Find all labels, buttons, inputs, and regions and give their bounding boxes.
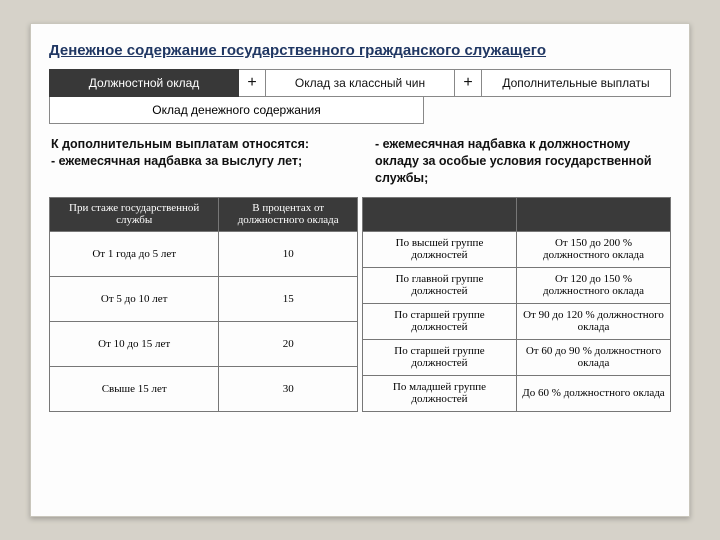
table-row: По высшей группе должностей От 150 до 20… xyxy=(363,231,671,267)
th-percent: В процентах от должностного оклада xyxy=(219,197,358,231)
cell: По младшей группе должностей xyxy=(363,375,517,411)
plus-icon: + xyxy=(455,69,481,97)
cell: От 120 до 150 % должностного оклада xyxy=(517,267,671,303)
th-range xyxy=(517,197,671,231)
cell: От 60 до 90 % должностного оклада xyxy=(517,339,671,375)
formula-box-salary: Должностной оклад xyxy=(49,69,239,97)
formula-box-monetary: Оклад денежного содержания xyxy=(49,97,424,124)
table-row: От 5 до 10 лет 15 xyxy=(50,276,358,321)
table-row: По старшей группе должностей От 60 до 90… xyxy=(363,339,671,375)
cell: 15 xyxy=(219,276,358,321)
cell: От 10 до 15 лет xyxy=(50,321,219,366)
plus-icon: + xyxy=(239,69,265,97)
cell: По высшей группе должностей xyxy=(363,231,517,267)
table-group: По высшей группе должностей От 150 до 20… xyxy=(362,197,671,412)
table-row: По старшей группе должностей От 90 до 12… xyxy=(363,303,671,339)
cell: По старшей группе должностей xyxy=(363,339,517,375)
description-right: - ежемесячная надбавка к должностному ок… xyxy=(375,136,669,187)
cell: От 150 до 200 % должностного оклада xyxy=(517,231,671,267)
table-seniority: При стаже государственной службы В проце… xyxy=(49,197,358,412)
table-row: По главной группе должностей От 120 до 1… xyxy=(363,267,671,303)
cell: 10 xyxy=(219,231,358,276)
description-columns: К дополнительным выплатам относятся: - е… xyxy=(51,136,669,187)
cell: До 60 % должностного оклада xyxy=(517,375,671,411)
spacer xyxy=(424,97,671,124)
th-seniority: При стаже государственной службы xyxy=(50,197,219,231)
description-left: К дополнительным выплатам относятся: - е… xyxy=(51,136,345,187)
th-group xyxy=(363,197,517,231)
formula-box-rank: Оклад за классный чин xyxy=(265,69,455,97)
table-row: От 10 до 15 лет 20 xyxy=(50,321,358,366)
cell: По старшей группе должностей xyxy=(363,303,517,339)
cell: 30 xyxy=(219,366,358,411)
table-header-row: При стаже государственной службы В проце… xyxy=(50,197,358,231)
table-row: По младшей группе должностей До 60 % дол… xyxy=(363,375,671,411)
page-title: Денежное содержание государственного гра… xyxy=(49,42,671,59)
formula-subrow: Оклад денежного содержания xyxy=(49,97,671,124)
table-row: Свыше 15 лет 30 xyxy=(50,366,358,411)
cell: По главной группе должностей xyxy=(363,267,517,303)
cell: Свыше 15 лет xyxy=(50,366,219,411)
tables-row: При стаже государственной службы В проце… xyxy=(49,197,671,412)
slide: Денежное содержание государственного гра… xyxy=(30,23,690,517)
cell: От 5 до 10 лет xyxy=(50,276,219,321)
table-row: От 1 года до 5 лет 10 xyxy=(50,231,358,276)
cell: 20 xyxy=(219,321,358,366)
table-header-row xyxy=(363,197,671,231)
formula-box-additional: Дополнительные выплаты xyxy=(481,69,671,97)
formula-row: Должностной оклад + Оклад за классный чи… xyxy=(49,69,671,97)
cell: От 1 года до 5 лет xyxy=(50,231,219,276)
cell: От 90 до 120 % должностного оклада xyxy=(517,303,671,339)
